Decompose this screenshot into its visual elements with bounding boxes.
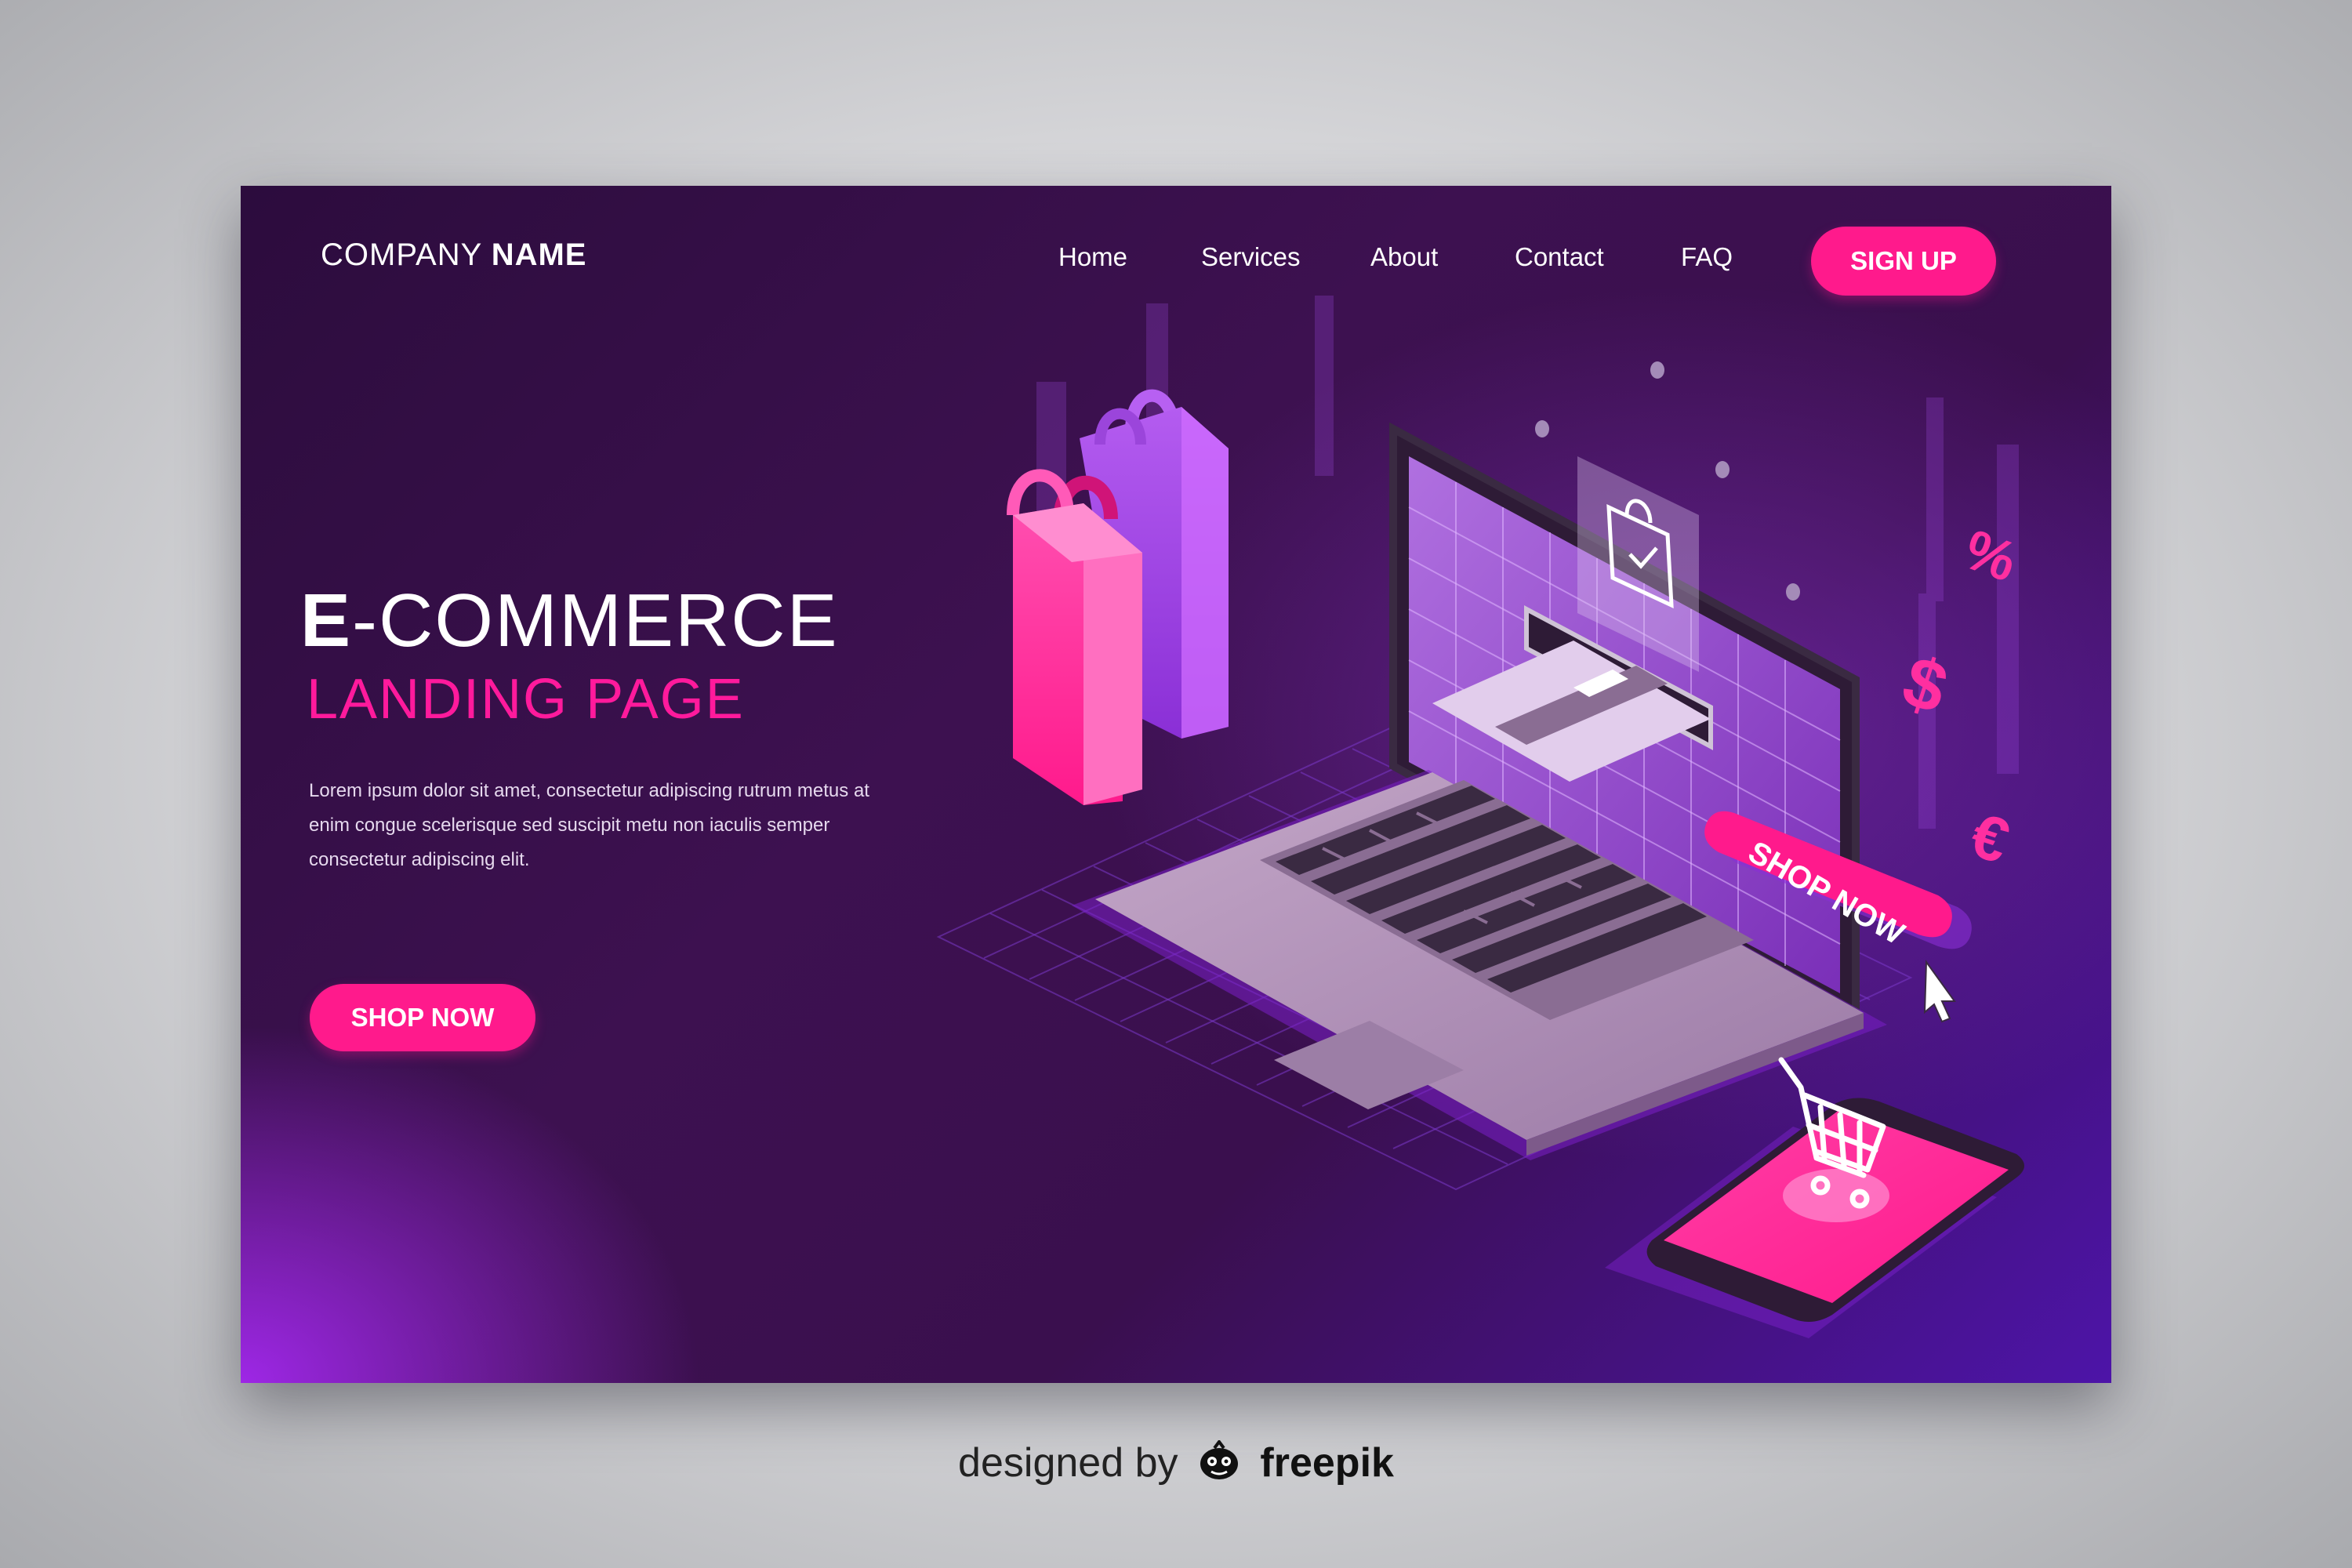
nav-item-home[interactable]: Home [1058, 242, 1127, 272]
nav-item-contact[interactable]: Contact [1515, 242, 1604, 272]
footer-credit: designed by freepik [0, 1439, 2352, 1491]
freepik-logo-icon [1197, 1439, 1241, 1491]
logo-light-text: COMPANY [321, 238, 482, 272]
mouse-pointer-icon [1923, 960, 1956, 1023]
hero-title-first: E [300, 579, 353, 662]
dollar-symbol: $ [1893, 641, 1956, 729]
nav-item-services[interactable]: Services [1201, 242, 1301, 272]
footer-brand: freepik [1260, 1440, 1394, 1486]
logo-bold-text: NAME [491, 238, 587, 272]
hero-title-rest: -COMMERCE [352, 579, 839, 662]
hero-description: Lorem ipsum dolor sit amet, consectetur … [309, 780, 869, 870]
nav-item-faq[interactable]: FAQ [1681, 242, 1733, 272]
company-logo[interactable]: COMPANY NAME [321, 238, 586, 273]
hero-subtitle: LANDING PAGE [307, 668, 745, 731]
nav-item-about[interactable]: About [1370, 242, 1438, 272]
hero-title: E-COMMERCE [300, 578, 839, 664]
shop-now-button[interactable]: SHOP NOW [310, 984, 535, 1051]
sign-up-button[interactable]: SIGN UP [1811, 227, 1996, 296]
euro-symbol: € [1962, 800, 2017, 877]
smartphone-icon [1605, 1098, 2024, 1338]
landing-page-card: SHOP NOW % $ € COMPANY NAME Home Service… [241, 186, 2111, 1383]
footer-prefix: designed by [958, 1440, 1178, 1486]
